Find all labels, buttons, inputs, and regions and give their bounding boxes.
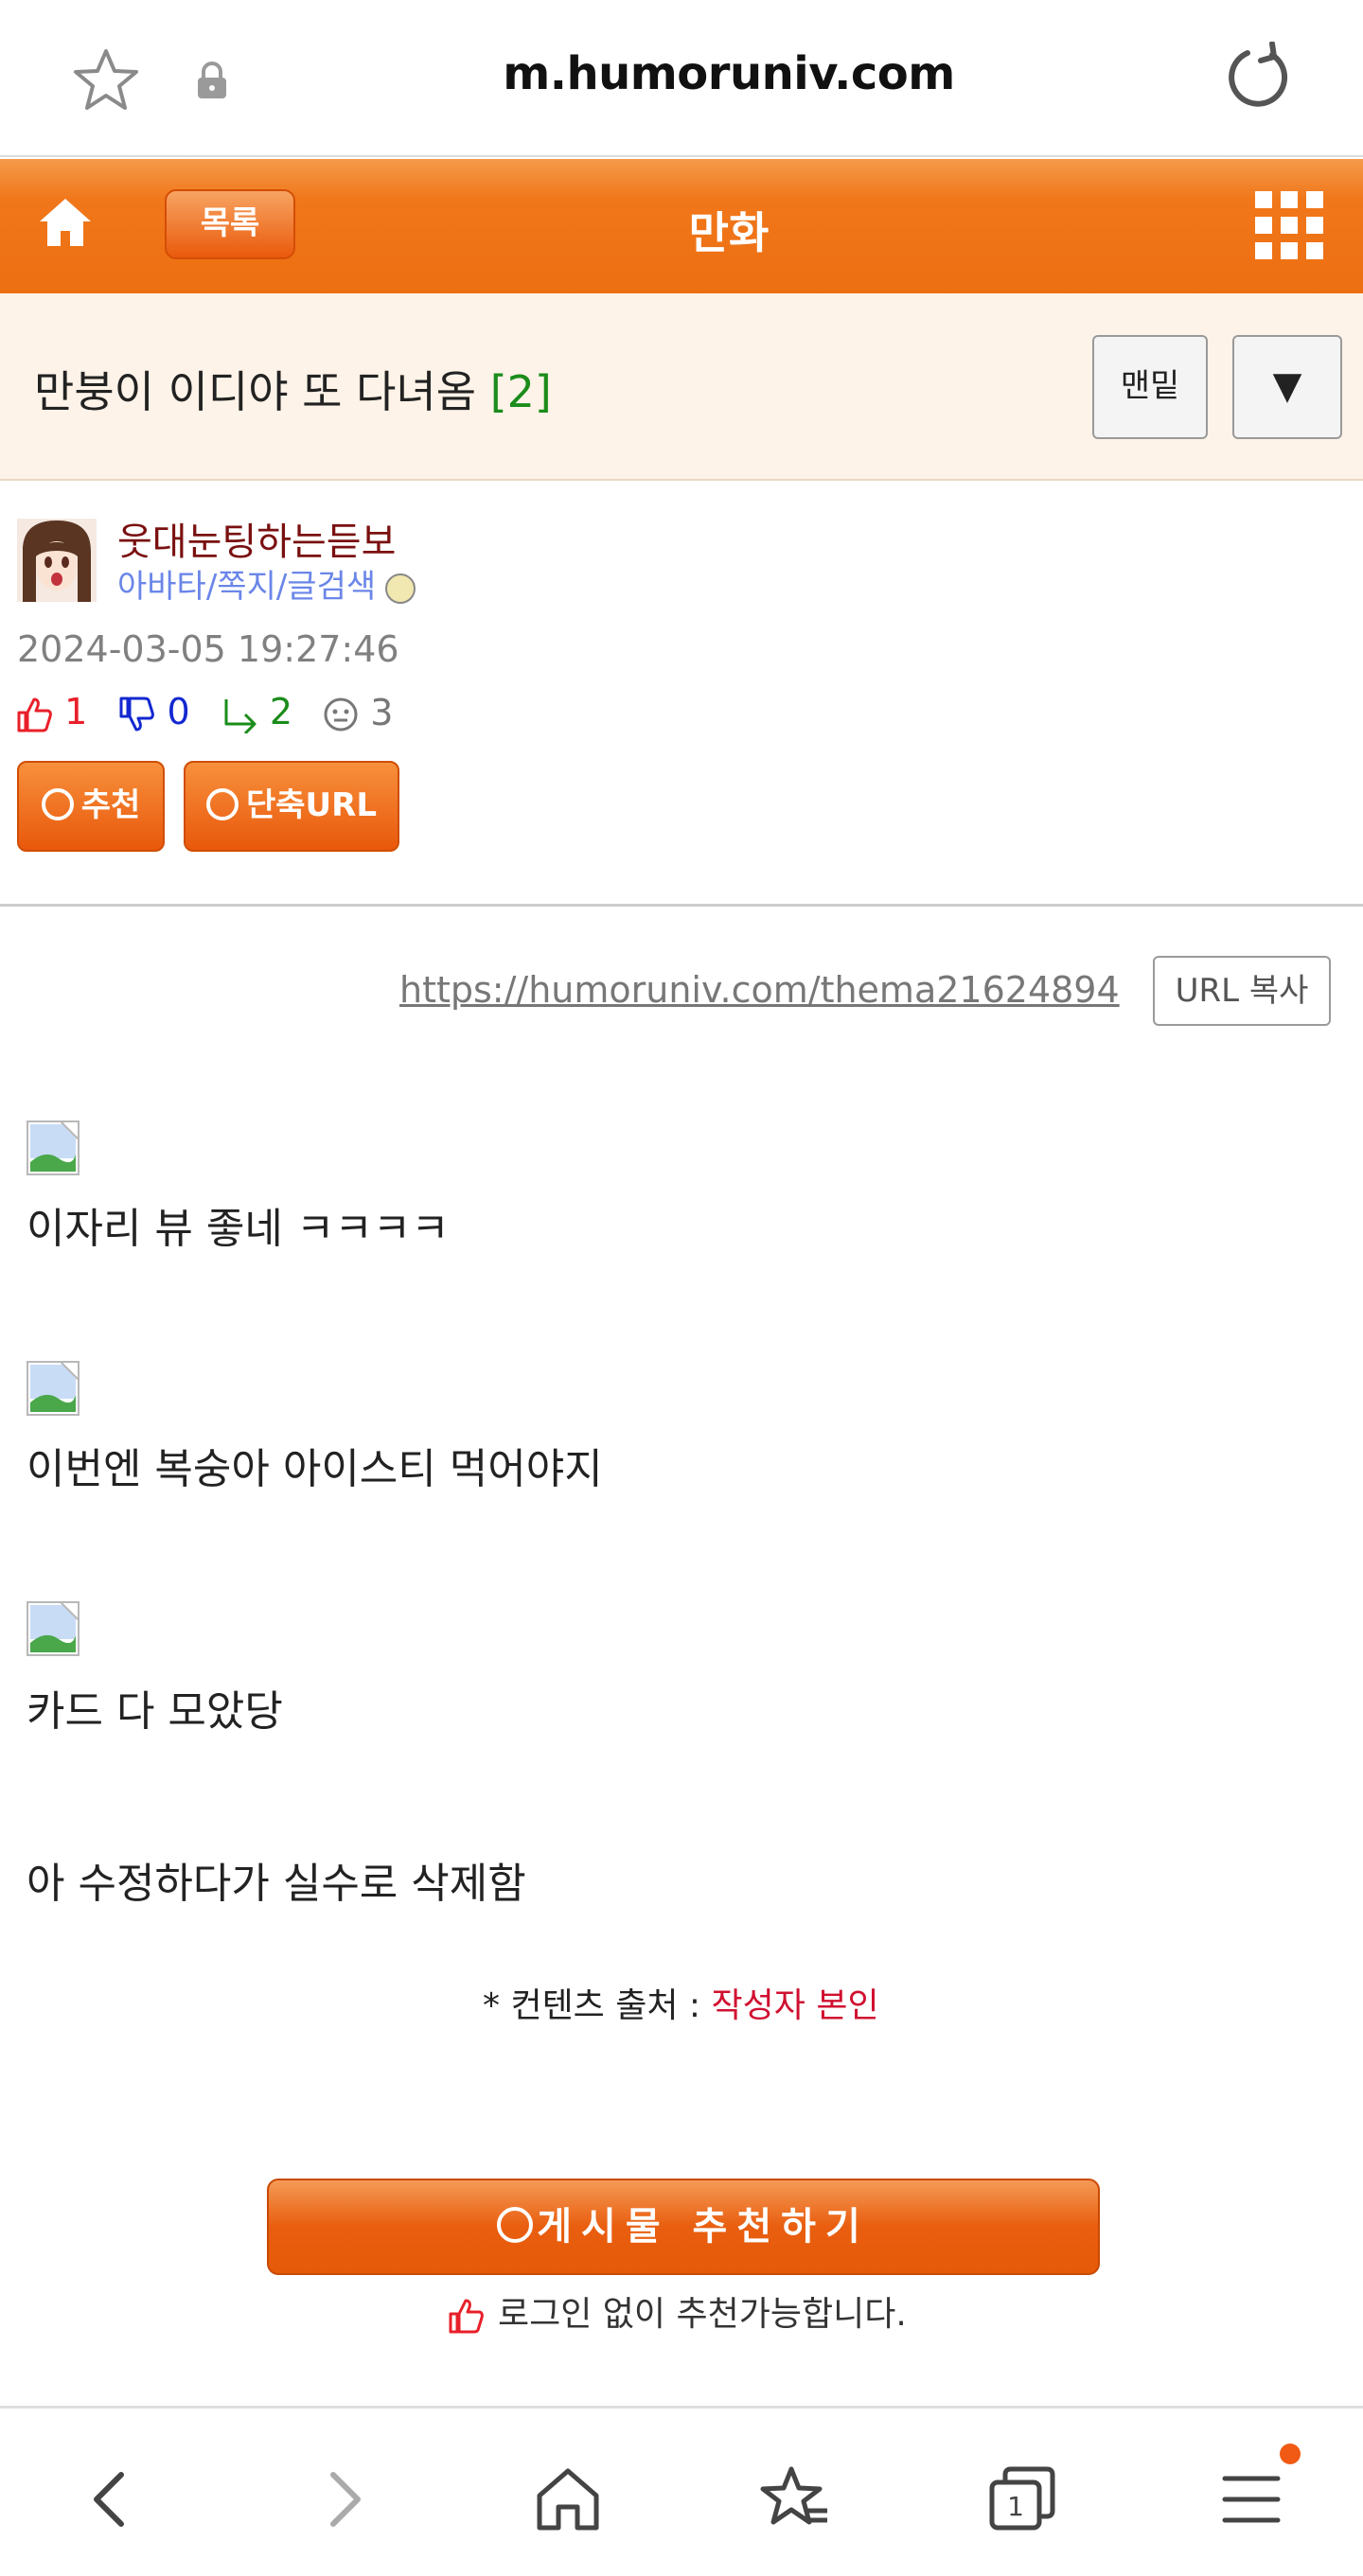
target-circle-icon [497, 2207, 534, 2243]
thumbs-down-stat: 0 [117, 691, 190, 733]
comment-count: [2] [489, 366, 552, 417]
smiley-face-icon [324, 697, 358, 732]
broken-image-icon [27, 1120, 80, 1175]
author-links-text[interactable]: 아바타/쪽지/글검색 [117, 568, 376, 606]
home-icon[interactable] [530, 2461, 606, 2537]
view-count: 3 [370, 691, 394, 733]
scroll-bottom-button[interactable]: 맨밑 [1092, 335, 1208, 439]
avatar[interactable] [17, 519, 97, 602]
post-stats: 1 0 2 3 [15, 689, 412, 736]
thumbs-down-count: 0 [167, 691, 190, 733]
author-nickname[interactable]: 웃대눈팅하는듣보 [117, 511, 396, 566]
level-badge-icon [385, 573, 416, 604]
tabs-icon[interactable]: 1 [984, 2461, 1060, 2537]
short-url-label: 단축URL [245, 786, 377, 824]
browser-url-bar: m.humoruniv.com [0, 0, 1363, 157]
copy-url-button[interactable]: URL 복사 [1153, 956, 1331, 1026]
thumbs-up-stat: 1 [15, 691, 87, 733]
board-title: 만화 [688, 207, 770, 258]
post-title-bar: 만붕이 이디야 또 다녀옴 [2] 맨밑 ▼ [0, 293, 1363, 481]
grid-menu-icon[interactable] [1255, 191, 1323, 259]
content-line: 이번엔 복숭아 아이스티 먹어야지 [27, 1445, 603, 1493]
tab-count: 1 [1007, 2491, 1024, 2522]
short-url-button[interactable]: 단축URL [184, 761, 399, 852]
no-login-text: 로그인 없이 추천가능합니다. [498, 2295, 907, 2334]
list-button[interactable]: 목록 [165, 189, 295, 259]
source-value: 작성자 본인 [711, 1986, 879, 2025]
recommend-button[interactable]: 추천 [17, 761, 165, 852]
home-icon[interactable] [36, 193, 95, 252]
content-source: * 컨텐츠 출처 : 작성자 본인 [483, 1978, 879, 2027]
reply-stat: 2 [221, 691, 293, 734]
thumbs-up-count: 1 [64, 691, 88, 733]
back-icon[interactable] [74, 2461, 150, 2537]
broken-image-icon [27, 1361, 80, 1416]
lock-icon [198, 62, 226, 98]
target-circle-icon [41, 787, 74, 820]
no-login-note: 로그인 없이 추천가능합니다. [447, 2286, 907, 2336]
star-icon[interactable] [72, 45, 140, 114]
reply-arrow-icon [224, 698, 257, 734]
notification-dot [1280, 2444, 1301, 2464]
reply-count: 2 [269, 691, 293, 733]
menu-icon[interactable] [1213, 2461, 1289, 2537]
reload-icon[interactable] [1223, 42, 1293, 117]
thumbs-down-icon [119, 697, 155, 732]
content-line: 아 수정하다가 실수로 삭제함 [27, 1860, 526, 1908]
bookmarks-icon[interactable] [757, 2461, 833, 2537]
url-domain[interactable]: m.humoruniv.com [350, 47, 1107, 100]
author-links[interactable]: 아바타/쪽지/글검색 [117, 560, 416, 607]
recommend-post-label: 게시물 추천하기 [537, 2205, 870, 2249]
short-url-link[interactable]: https://humoruniv.com/thema21624894 [399, 969, 1120, 1011]
author-section: 웃대눈팅하는듣보 아바타/쪽지/글검색 2024-03-05 19:27:46 … [0, 483, 1363, 907]
browser-toolbar: 1 [0, 2406, 1363, 2576]
recommend-post-button[interactable]: 게시물 추천하기 [267, 2179, 1100, 2275]
post-date: 2024-03-05 19:27:46 [17, 628, 399, 670]
site-header: 목록 만화 [0, 159, 1363, 293]
thumbs-up-icon [449, 2299, 484, 2334]
content-line: 이자리 뷰 좋네 ㅋㅋㅋㅋ [27, 1205, 450, 1253]
view-stat: 3 [323, 692, 393, 733]
broken-image-icon [27, 1601, 80, 1656]
down-arrow-button[interactable]: ▼ [1232, 335, 1342, 439]
u-circle-icon [205, 787, 239, 820]
post-title[interactable]: 만붕이 이디야 또 다녀옴 [2] [34, 358, 552, 420]
content-line: 카드 다 모았당 [27, 1687, 283, 1736]
thumbs-up-icon [17, 697, 52, 732]
source-label: * 컨텐츠 출처 : [483, 1986, 701, 2025]
recommend-label: 추천 [80, 786, 141, 824]
forward-icon[interactable] [305, 2461, 381, 2537]
post-title-text: 만붕이 이디야 또 다녀옴 [34, 366, 477, 417]
